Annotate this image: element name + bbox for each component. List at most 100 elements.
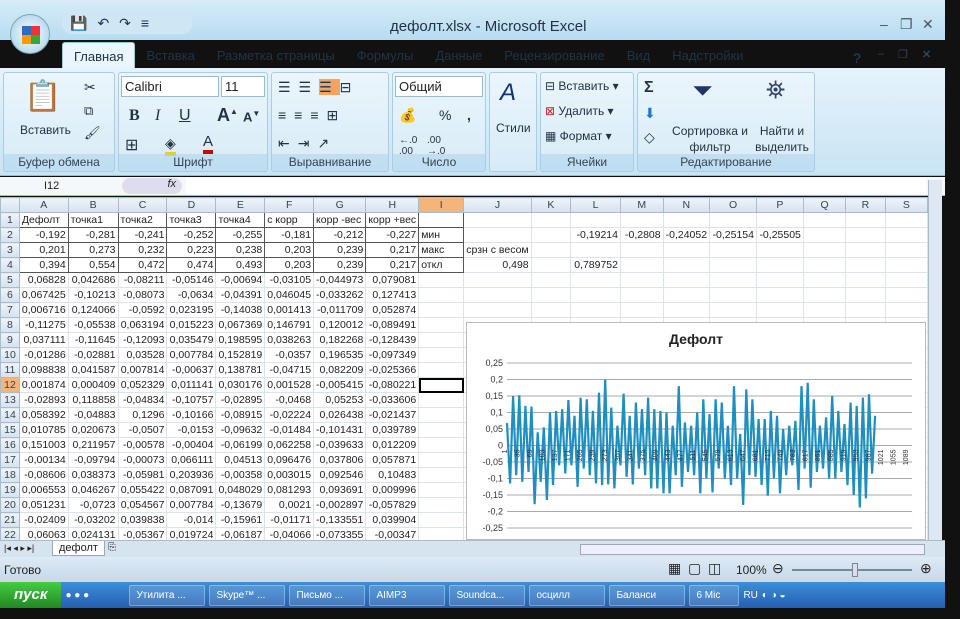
cell-E21[interactable]: -0,15961 <box>215 512 266 528</box>
column-header-S[interactable]: S <box>884 197 928 213</box>
cell-G4[interactable]: 0,239 <box>313 257 367 273</box>
save-icon[interactable]: 💾 <box>70 15 87 32</box>
cell-E15[interactable]: -0,09632 <box>215 422 266 438</box>
cell-P3[interactable] <box>755 242 804 258</box>
cell-F14[interactable]: -0,02224 <box>264 407 315 423</box>
close-icon[interactable]: ✕ <box>922 16 934 33</box>
cell-M7[interactable] <box>619 302 664 318</box>
taskbar-item[interactable]: Баланси <box>609 584 686 606</box>
cell-R5[interactable] <box>845 272 886 288</box>
font-size-select[interactable]: 11 <box>221 76 265 97</box>
cell-G16[interactable]: -0,039633 <box>313 437 367 453</box>
cell-E22[interactable]: -0,06187 <box>215 527 266 540</box>
cell-A6[interactable]: 0,067425 <box>18 287 69 303</box>
cell-E1[interactable]: точка4 <box>215 212 266 228</box>
cell-S2[interactable] <box>884 227 928 243</box>
currency-icon[interactable]: 💰 <box>399 107 416 124</box>
cell-O1[interactable] <box>709 212 757 228</box>
cell-B15[interactable]: 0,020673 <box>67 422 119 438</box>
zoom-slider-thumb[interactable] <box>852 563 858 577</box>
cell-A1[interactable]: Дефолт <box>18 212 69 228</box>
column-header-P[interactable]: P <box>755 197 804 213</box>
cell-D10[interactable]: 0,007784 <box>166 347 217 363</box>
restore-icon[interactable]: ❐ <box>900 16 913 33</box>
zoom-out-icon[interactable]: ⊖ <box>772 560 784 577</box>
cell-F19[interactable]: 0,081293 <box>264 482 315 498</box>
chart[interactable]: Дефолт -0,25 -0,2 -0,15 -0,1 -0,05 0 0,05 0,1 0,… <box>466 322 926 540</box>
taskbar-item[interactable]: осцилл <box>529 584 606 606</box>
cell-C13[interactable]: -0,04834 <box>117 392 168 408</box>
row-header[interactable]: 20 <box>0 497 20 513</box>
find-select-button[interactable]: Найти и выделить <box>752 123 812 155</box>
cell-H1[interactable]: корр +вес <box>365 212 420 228</box>
cell-L3[interactable] <box>570 242 621 258</box>
cell-N1[interactable] <box>662 212 711 228</box>
cell-G19[interactable]: 0,093691 <box>313 482 367 498</box>
cell-A4[interactable]: 0,394 <box>18 257 69 273</box>
cell-F11[interactable]: -0,04715 <box>264 362 315 378</box>
cell-G13[interactable]: 0,05253 <box>313 392 367 408</box>
cell-E12[interactable]: 0,030176 <box>215 377 266 393</box>
taskbar-item[interactable]: 6 Mic <box>689 584 740 606</box>
cell-G15[interactable]: -0,101431 <box>313 422 367 438</box>
cell-F1[interactable]: с корр <box>264 212 315 228</box>
cell-D1[interactable]: точка3 <box>166 212 217 228</box>
cell-I13[interactable] <box>418 392 465 408</box>
cell-Q7[interactable] <box>802 302 847 318</box>
cell-R4[interactable] <box>845 257 886 273</box>
cell-G22[interactable]: -0,073355 <box>313 527 367 540</box>
cell-A2[interactable]: -0,192 <box>18 227 69 243</box>
vertical-scrollbar[interactable] <box>928 180 942 540</box>
cell-A18[interactable]: -0,08606 <box>18 467 69 483</box>
cell-G21[interactable]: -0,133551 <box>313 512 367 528</box>
cell-I9[interactable] <box>418 332 465 348</box>
cell-D16[interactable]: -0,00404 <box>166 437 217 453</box>
percent-button[interactable]: % <box>439 107 451 123</box>
zoom-in-icon[interactable]: ⊕ <box>920 560 932 577</box>
undo-icon[interactable]: ↶ <box>97 15 109 32</box>
cell-C10[interactable]: 0,03528 <box>117 347 168 363</box>
cell-I16[interactable] <box>418 437 465 453</box>
styles-icon[interactable]: A <box>500 79 516 107</box>
formula-input[interactable] <box>186 178 926 194</box>
column-header-A[interactable]: A <box>18 197 69 213</box>
horizontal-scrollbar[interactable] <box>580 544 925 555</box>
styles-button[interactable]: Стили <box>496 121 531 135</box>
tab-page-layout[interactable]: Разметка страницы <box>206 42 346 68</box>
cell-D11[interactable]: -0,00637 <box>166 362 217 378</box>
customize-qat-icon[interactable]: ≡ <box>141 15 149 31</box>
cell-H16[interactable]: 0,012209 <box>365 437 420 453</box>
cell-J1[interactable] <box>463 212 532 228</box>
cell-B9[interactable]: -0,11645 <box>67 332 119 348</box>
cell-M3[interactable] <box>619 242 664 258</box>
cell-B12[interactable]: 0,000409 <box>67 377 119 393</box>
cell-I14[interactable] <box>418 407 465 423</box>
cell-E19[interactable]: 0,048029 <box>215 482 266 498</box>
cell-R3[interactable] <box>845 242 886 258</box>
row-header[interactable]: 2 <box>0 227 20 243</box>
cell-C14[interactable]: 0,1296 <box>117 407 168 423</box>
cell-A3[interactable]: 0,201 <box>18 242 69 258</box>
cell-I15[interactable] <box>418 422 465 438</box>
cell-H12[interactable]: -0,080221 <box>365 377 420 393</box>
cell-O2[interactable]: -0,25154 <box>709 227 757 243</box>
cell-G11[interactable]: 0,082209 <box>313 362 367 378</box>
tab-view[interactable]: Вид <box>616 42 662 68</box>
cell-C9[interactable]: -0,12093 <box>117 332 168 348</box>
cell-G7[interactable]: -0,011709 <box>313 302 367 318</box>
cell-G3[interactable]: 0,239 <box>313 242 367 258</box>
tray-icons[interactable]: ◐ ◑ ◒ <box>762 590 786 601</box>
cell-G20[interactable]: -0,002897 <box>313 497 367 513</box>
paste-icon[interactable]: 📋 <box>24 79 61 114</box>
cell-A21[interactable]: -0,02409 <box>18 512 69 528</box>
cell-B17[interactable]: -0,09794 <box>67 452 119 468</box>
cell-I17[interactable] <box>418 452 465 468</box>
cell-I2[interactable]: мин <box>418 227 465 243</box>
column-header-R[interactable]: R <box>845 197 886 213</box>
cell-N2[interactable]: -0,24052 <box>662 227 711 243</box>
cell-C16[interactable]: -0,00578 <box>117 437 168 453</box>
cell-D3[interactable]: 0,223 <box>166 242 217 258</box>
tab-formulas[interactable]: Формулы <box>346 42 425 68</box>
cell-F2[interactable]: -0,181 <box>264 227 315 243</box>
cell-L7[interactable] <box>570 302 621 318</box>
